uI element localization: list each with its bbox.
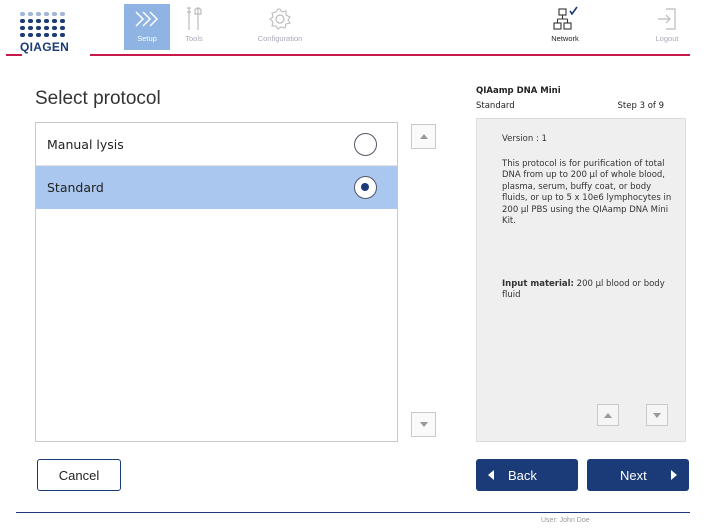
protocol-item-standard[interactable]: Standard xyxy=(36,166,397,209)
next-button-label: Next xyxy=(620,467,647,483)
page-title: Select protocol xyxy=(35,88,161,109)
nav-configuration-label: Configuration xyxy=(257,34,303,43)
footer-divider xyxy=(16,512,690,513)
logo-dots-icon xyxy=(20,12,78,38)
step-indicator: Step 3 of 9 xyxy=(617,101,664,111)
logout-icon xyxy=(644,4,690,34)
top-bar: QIAGEN Setup Tools Configuration Network… xyxy=(0,0,706,56)
arrow-left-icon xyxy=(488,470,494,480)
radio-button-selected[interactable] xyxy=(354,176,377,199)
nav-network-button[interactable]: Network xyxy=(540,4,590,50)
next-button[interactable]: Next xyxy=(587,459,689,491)
nav-configuration-button[interactable]: Configuration xyxy=(242,4,318,50)
nav-tools-label: Tools xyxy=(185,34,203,43)
list-scroll-up-button[interactable] xyxy=(411,124,436,149)
network-icon xyxy=(540,4,590,34)
qiagen-logo: QIAGEN xyxy=(6,12,78,56)
setup-chevrons-icon xyxy=(124,4,170,34)
logo-text: QIAGEN xyxy=(20,40,70,54)
configuration-gear-icon xyxy=(242,4,318,34)
nav-setup-button[interactable]: Setup xyxy=(124,4,170,50)
protocol-item-label: Standard xyxy=(47,180,104,195)
nav-network-label: Network xyxy=(551,34,579,43)
info-scroll-down-button[interactable] xyxy=(646,404,668,426)
protocol-item-manual-lysis[interactable]: Manual lysis xyxy=(36,123,397,166)
arrow-down-icon xyxy=(419,422,428,427)
arrow-up-icon xyxy=(419,134,428,139)
nav-logout-button[interactable]: Logout xyxy=(644,4,690,50)
protocol-item-label: Manual lysis xyxy=(47,136,124,152)
back-button-label: Back xyxy=(508,467,537,483)
protocol-info-panel: Version : 1 This protocol is for purific… xyxy=(476,118,686,442)
arrow-down-icon xyxy=(653,412,661,418)
info-scroll-up-button[interactable] xyxy=(597,404,619,426)
back-button[interactable]: Back xyxy=(476,459,578,491)
protocol-list: Manual lysis Standard xyxy=(35,122,398,442)
protocol-input-material: Input material: 200 µl blood or body flu… xyxy=(502,279,672,302)
current-user: User: John Doe xyxy=(541,517,590,524)
cancel-button[interactable]: Cancel xyxy=(37,459,121,491)
protocol-info-title: QIAamp DNA Mini xyxy=(476,86,561,96)
header-divider xyxy=(90,54,690,56)
nav-logout-label: Logout xyxy=(655,34,679,43)
arrow-right-icon xyxy=(671,470,677,480)
protocol-description: This protocol is for purification of tot… xyxy=(502,159,672,227)
radio-button[interactable] xyxy=(354,133,377,156)
protocol-info-subtitle: Standard xyxy=(476,101,515,111)
input-material-label: Input material: xyxy=(502,279,574,289)
protocol-version: Version : 1 xyxy=(502,134,547,144)
nav-setup-label: Setup xyxy=(137,34,157,43)
arrow-up-icon xyxy=(604,412,612,418)
list-scroll-down-button[interactable] xyxy=(411,412,436,437)
nav-tools-button[interactable]: Tools xyxy=(171,4,217,50)
tools-icon xyxy=(171,4,217,34)
